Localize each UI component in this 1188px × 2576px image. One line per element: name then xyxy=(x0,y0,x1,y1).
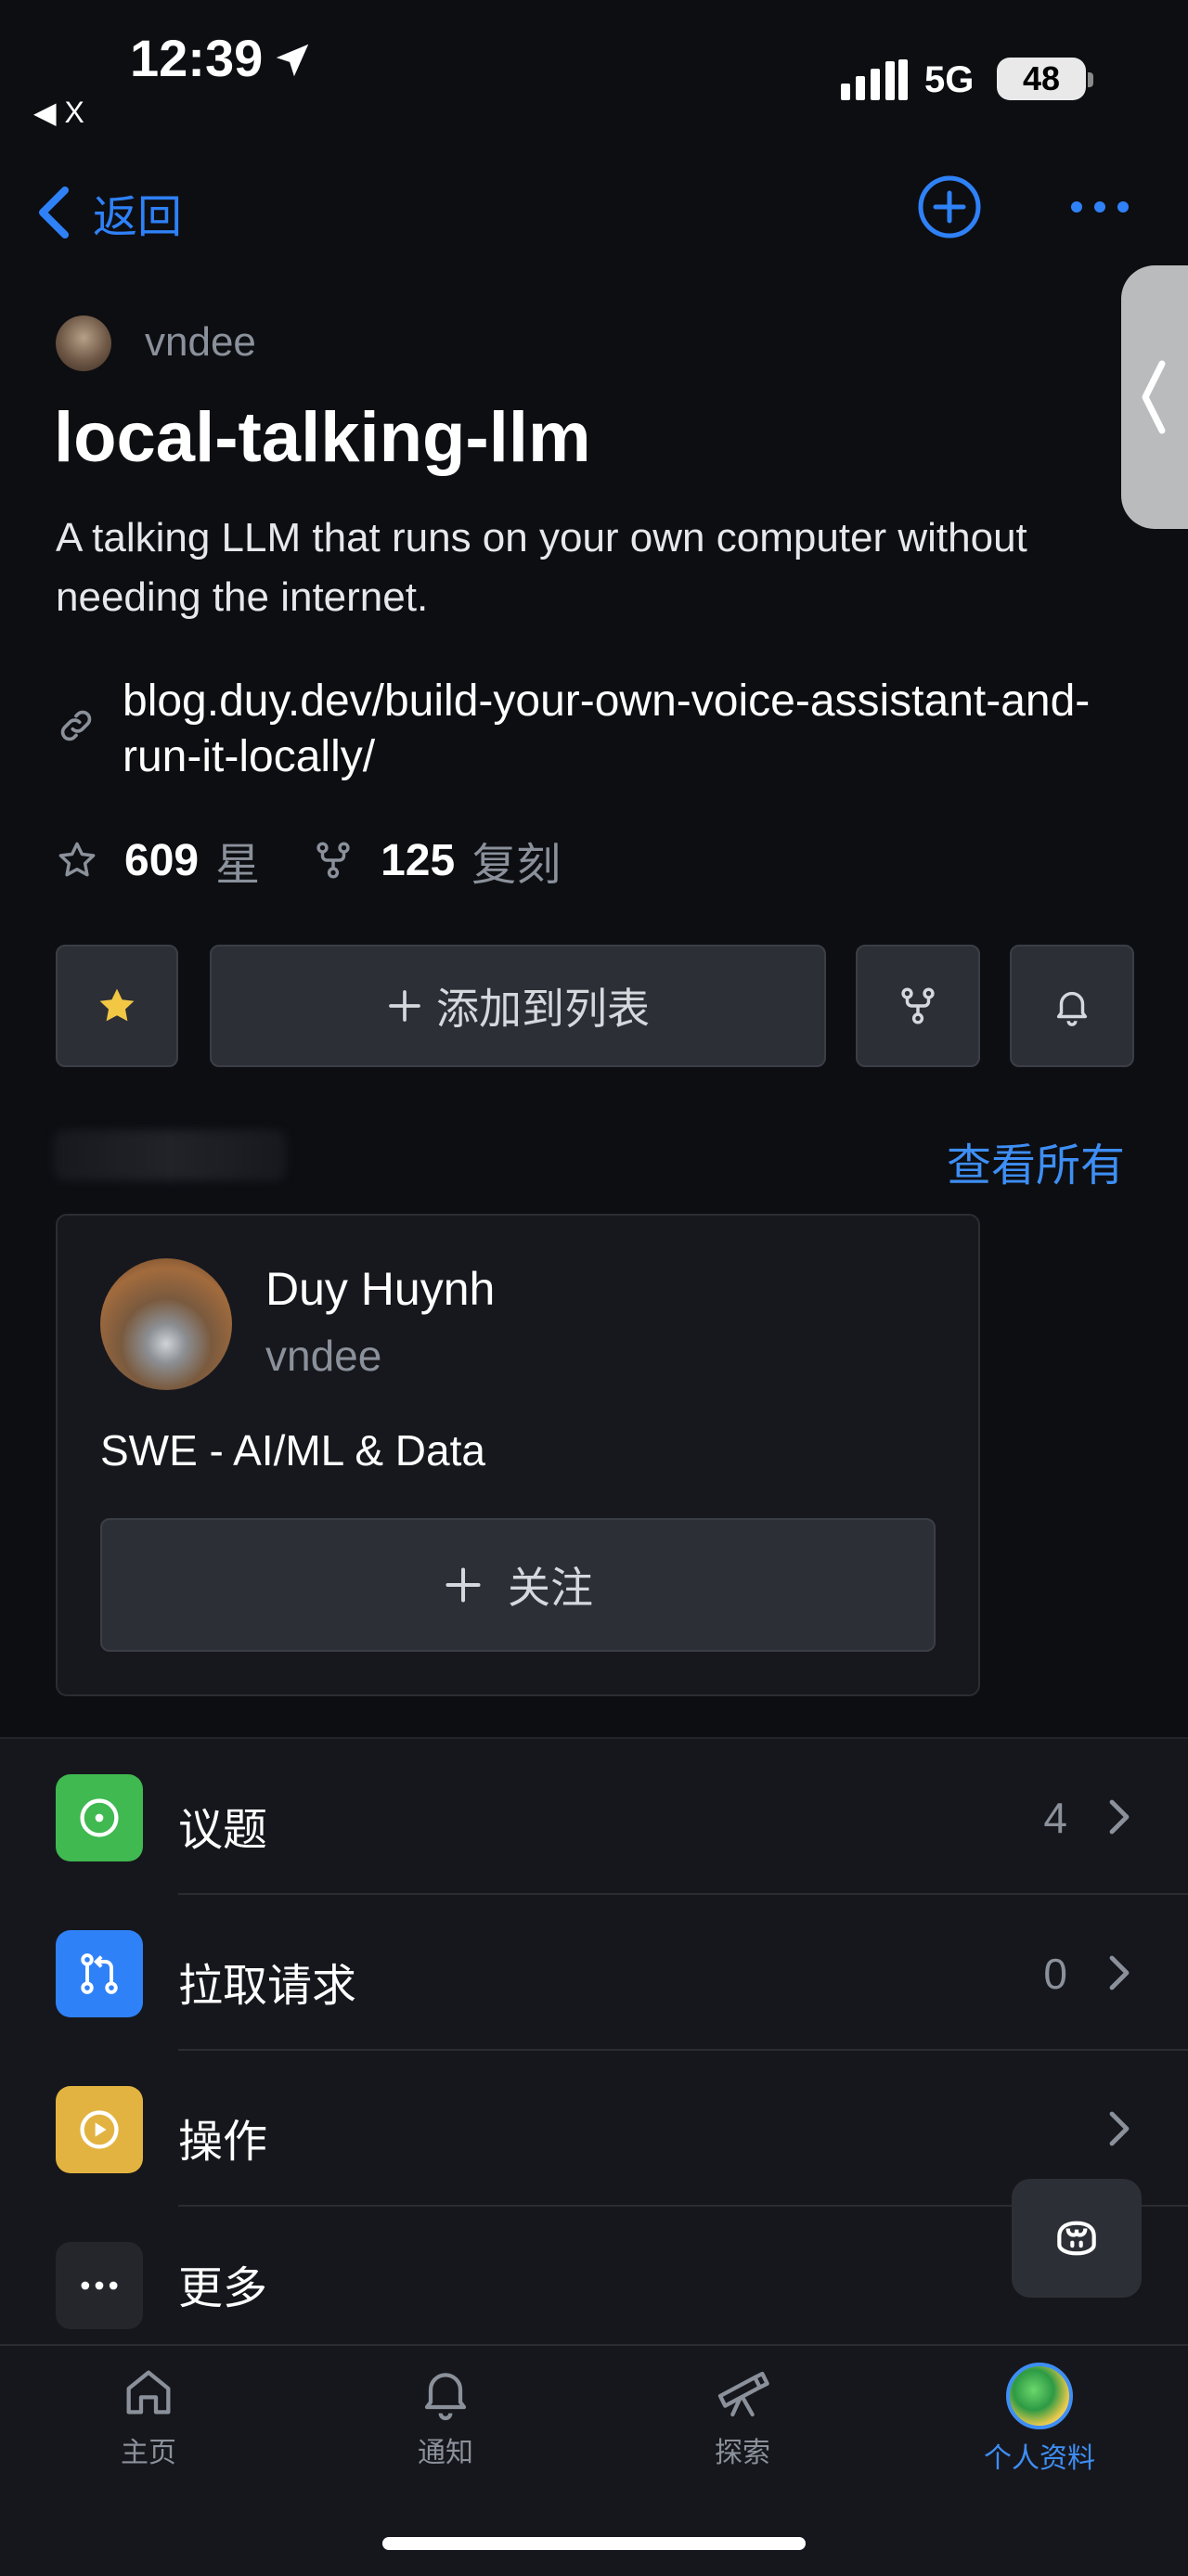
chevron-right-icon xyxy=(1109,1955,1130,1990)
fork-count[interactable]: 125 xyxy=(381,835,455,886)
chevron-right-icon xyxy=(1109,2111,1130,2146)
menu-item-count: 4 xyxy=(1043,1794,1067,1842)
menu-item-pull-requests[interactable]: 拉取请求 0 xyxy=(0,1897,1188,2051)
tab-notifications[interactable]: 通知 xyxy=(353,2363,538,2470)
menu-item-more[interactable]: 更多 xyxy=(0,2209,1188,2363)
add-to-list-button[interactable]: 添加到列表 xyxy=(210,945,826,1067)
menu-item-count: 0 xyxy=(1043,1950,1067,1998)
add-to-list-label: 添加到列表 xyxy=(436,985,650,1033)
tab-label: 个人资料 xyxy=(984,2443,1095,2474)
menu-item-actions[interactable]: 操作 xyxy=(0,2053,1188,2207)
status-time: 12:39 xyxy=(130,29,264,87)
plus-icon xyxy=(446,1567,481,1603)
avatar xyxy=(1006,2363,1073,2429)
menu-item-label: 议题 xyxy=(178,1806,268,1855)
link-icon xyxy=(60,710,92,741)
chevron-left-icon xyxy=(39,187,69,238)
issues-icon xyxy=(56,1774,143,1861)
tab-label: 通知 xyxy=(418,2438,473,2468)
network-type: 5G xyxy=(924,59,975,100)
follow-button[interactable]: 关注 xyxy=(100,1518,936,1652)
tab-label: 探索 xyxy=(715,2438,770,2468)
location-arrow-icon xyxy=(276,44,309,77)
star-count[interactable]: 609 xyxy=(124,835,199,886)
fork-button[interactable] xyxy=(856,945,980,1067)
star-outline-icon xyxy=(58,842,96,877)
tab-explore[interactable]: 探索 xyxy=(650,2363,835,2470)
repo-description: A talking LLM that runs on your own comp… xyxy=(56,515,1027,620)
copilot-icon xyxy=(1057,2221,1096,2256)
back-to-app[interactable]: ◀ X xyxy=(33,95,84,130)
star-label: 星 xyxy=(215,841,261,890)
home-icon xyxy=(126,2370,171,2415)
owner-name[interactable]: vndee xyxy=(145,319,256,366)
chevron-left-icon xyxy=(1142,360,1166,434)
battery-cap xyxy=(1088,72,1093,87)
star-button[interactable] xyxy=(56,945,178,1067)
menu-item-label: 拉取请求 xyxy=(178,1962,357,2011)
owner-avatar[interactable] xyxy=(56,316,111,371)
chevron-right-icon xyxy=(1109,1799,1130,1835)
section-title-blurred xyxy=(54,1130,286,1180)
back-label: 返回 xyxy=(93,193,183,242)
watch-button[interactable] xyxy=(1010,945,1134,1067)
star-filled-icon xyxy=(99,988,135,1022)
actions-icon xyxy=(56,2086,143,2173)
fork-icon xyxy=(316,842,350,879)
side-panel-handle[interactable] xyxy=(1121,265,1188,529)
bell-icon xyxy=(424,2373,467,2421)
repo-title: local-talking-llm xyxy=(54,398,591,477)
cellular-signal-icon xyxy=(841,59,908,100)
divider xyxy=(178,2049,1188,2051)
more-icon xyxy=(56,2242,143,2329)
menu-item-label: 更多 xyxy=(178,2264,268,2313)
copilot-button[interactable] xyxy=(1012,2179,1142,2298)
plus-icon xyxy=(389,990,420,1022)
contributor-username: vndee xyxy=(265,1332,382,1380)
fork-label: 复刻 xyxy=(471,841,562,890)
contributor-avatar[interactable] xyxy=(100,1258,232,1390)
tab-label: 主页 xyxy=(121,2438,176,2468)
repo-website-link[interactable]: blog.duy.dev/build-your-own-voice-assist… xyxy=(123,674,1143,785)
contributor-bio: SWE - AI/ML & Data xyxy=(100,1426,485,1475)
more-options-icon[interactable] xyxy=(1067,193,1132,221)
bell-icon xyxy=(1056,991,1088,1026)
pull-request-icon xyxy=(56,1930,143,2017)
contributor-name[interactable]: Duy Huynh xyxy=(265,1262,495,1316)
repo-stats: 609 星 125 复刻 xyxy=(56,828,561,893)
follow-label: 关注 xyxy=(508,1564,593,1612)
divider xyxy=(178,1893,1188,1895)
back-button[interactable]: 返回 xyxy=(35,180,182,245)
tab-home[interactable]: 主页 xyxy=(56,2363,241,2470)
view-all-link[interactable]: 查看所有 xyxy=(947,1128,1125,1193)
add-circle-icon[interactable] xyxy=(917,174,982,239)
home-indicator xyxy=(382,2537,806,2550)
menu-item-label: 操作 xyxy=(178,2118,268,2167)
battery-icon: 48 xyxy=(997,58,1086,100)
menu-item-issues[interactable]: 议题 4 xyxy=(0,1741,1188,1895)
fork-icon xyxy=(901,987,935,1024)
tab-profile[interactable]: 个人资料 xyxy=(947,2363,1132,2476)
telescope-icon xyxy=(717,2371,769,2417)
